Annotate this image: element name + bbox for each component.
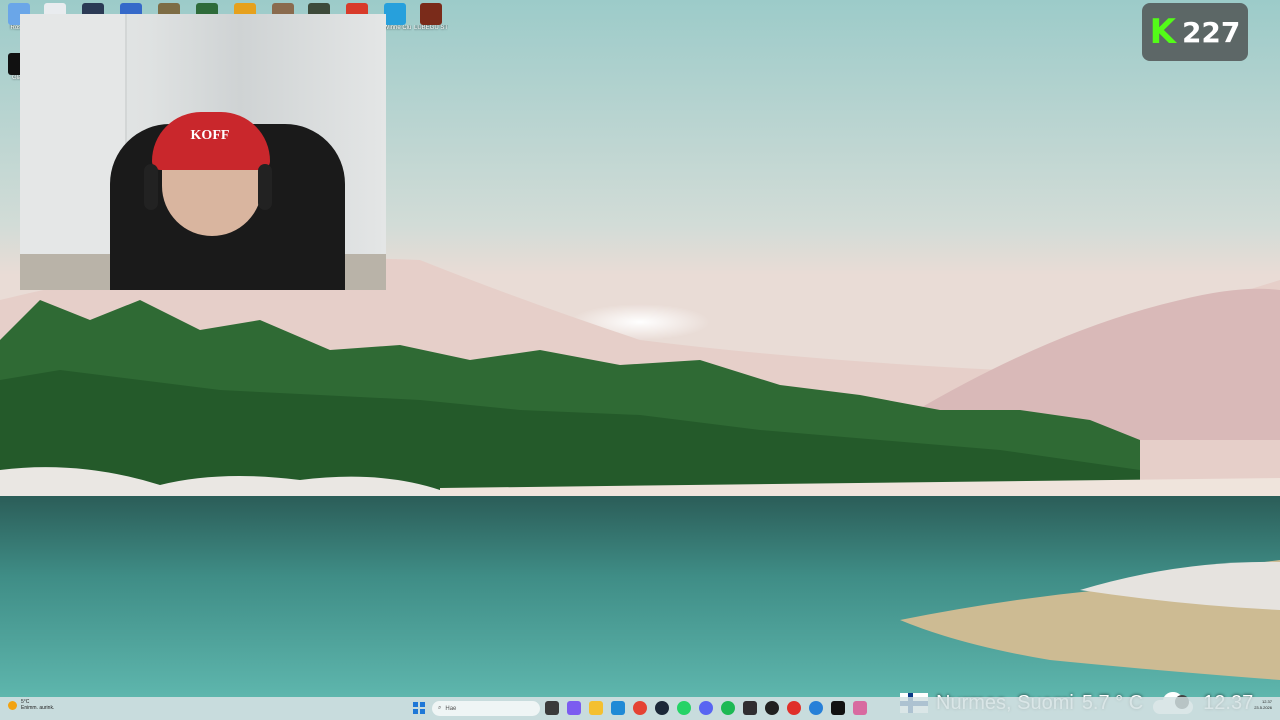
- taskbar-weather-desc: Enimm. aurink.: [21, 705, 55, 711]
- headset-icon: [144, 164, 158, 210]
- viewer-count: 227: [1181, 15, 1241, 49]
- headset-right-icon: [258, 164, 272, 210]
- app-pink-icon[interactable]: [853, 701, 867, 715]
- obs-icon[interactable]: [743, 701, 757, 715]
- taskbar: 5°C Enimm. aurink. ⌕ Hae 12.37 23.5.2026: [0, 697, 1280, 720]
- task-view-icon[interactable]: [545, 701, 559, 715]
- app-red-icon[interactable]: [787, 701, 801, 715]
- chrome-icon[interactable]: [633, 701, 647, 715]
- steam-icon[interactable]: [655, 701, 669, 715]
- app-k-icon[interactable]: [765, 701, 779, 715]
- start-button[interactable]: [413, 702, 425, 714]
- whatsapp-icon[interactable]: [677, 701, 691, 715]
- app-blue-icon[interactable]: [809, 701, 823, 715]
- app-icon-12[interactable]: LÜBEGÜ ST: [414, 0, 448, 40]
- spotify-icon[interactable]: [721, 701, 735, 715]
- edge-icon[interactable]: [611, 701, 625, 715]
- taskbar-weather-widget[interactable]: 5°C Enimm. aurink.: [8, 699, 54, 711]
- file-explorer-icon[interactable]: [589, 701, 603, 715]
- capcut-icon[interactable]: [831, 701, 845, 715]
- taskbar-pinned-apps: [545, 701, 867, 715]
- sun-icon: [8, 700, 17, 710]
- copilot-icon[interactable]: [567, 701, 581, 715]
- kick-logo-icon: K: [1149, 12, 1176, 52]
- tray-date: 23.5.2026: [1254, 705, 1272, 710]
- search-icon: ⌕: [438, 705, 442, 711]
- viewer-count-badge: K 227: [1142, 3, 1248, 61]
- taskbar-search-box[interactable]: ⌕ Hae: [432, 701, 540, 716]
- discord-icon[interactable]: [699, 701, 713, 715]
- webcam-overlay: KOFF: [20, 14, 386, 290]
- cap-logo-text: KOFF: [190, 128, 230, 143]
- system-tray-clock[interactable]: 12.37 23.5.2026: [1254, 699, 1272, 711]
- search-placeholder: Hae: [445, 705, 457, 712]
